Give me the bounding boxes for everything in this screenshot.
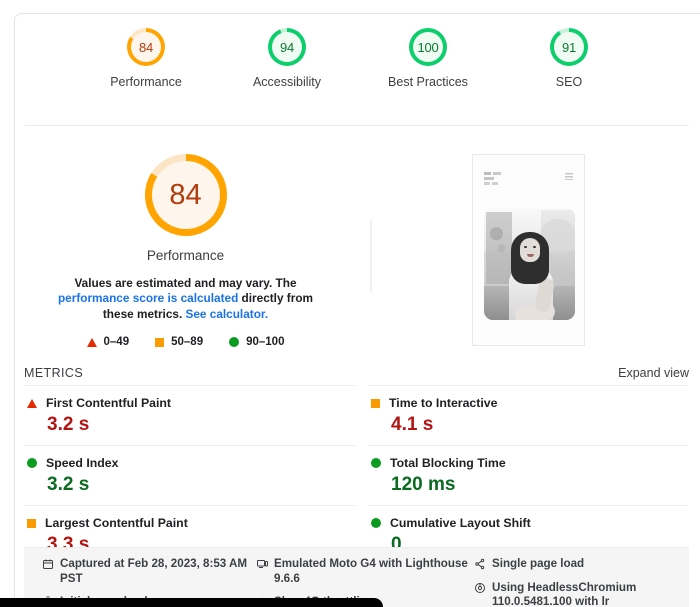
page-screenshot-panel — [356, 126, 700, 348]
footer-item: Using HeadlessChromium 110.0.5481.100 wi… — [474, 581, 689, 607]
legend-item: 0–49 — [86, 336, 130, 348]
hamburger-menu-icon — [564, 173, 573, 180]
footer-item: Single page load — [474, 557, 689, 572]
device-icon — [256, 558, 268, 571]
report-card: 84 Performance 94 Accessibility 100 Best Prac… — [14, 13, 700, 607]
performance-gauge-large[interactable]: 84 — [144, 154, 227, 236]
footer-item-text: Captured at Feb 28, 2023, 8:53 AM PST — [60, 557, 248, 585]
triangle-icon — [27, 398, 37, 408]
square-icon — [27, 518, 36, 528]
metric-value: 3.2 s — [47, 474, 90, 495]
vertical-divider — [370, 220, 372, 292]
circle-icon — [27, 458, 37, 468]
legend-range-label: 50–89 — [171, 336, 204, 348]
metrics-column-right: Time to Interactive 4.1 s Total Blocking T… — [356, 385, 688, 566]
category-gauge-seo[interactable]: 91 SEO — [515, 28, 623, 90]
metric-header: Time to Interactive — [368, 396, 688, 410]
performance-gauge-title: Performance — [146, 247, 225, 263]
footer-item-text: Emulated Moto G4 with Lighthouse 9.6.6 — [274, 557, 468, 585]
performance-hero-section: 84 Performance Values are estimated and … — [15, 126, 700, 348]
site-logo-icon — [483, 172, 502, 186]
footer-item: Emulated Moto G4 with Lighthouse 9.6.6 — [256, 557, 474, 586]
share-icon — [474, 558, 486, 571]
metric-row[interactable]: First Contentful Paint 3.2 s — [24, 385, 356, 445]
metric-header: First Contentful Paint — [24, 396, 356, 410]
gauge-ring-icon: 94 — [268, 28, 306, 66]
calendar-icon — [42, 558, 54, 571]
metric-value: 4.1 s — [391, 414, 434, 435]
gauge-ring-icon: 91 — [550, 28, 588, 66]
square-icon — [371, 398, 380, 408]
gauge-ring-icon: 100 — [409, 28, 447, 66]
metric-row[interactable]: Speed Index 3.2 s — [24, 445, 356, 505]
gauge-label: Performance — [110, 75, 182, 89]
gauge-score-value: 94 — [272, 32, 302, 62]
metrics-title: METRICS — [24, 366, 84, 380]
gauge-score-value: 84 — [131, 32, 161, 62]
metric-header: Total Blocking Time — [368, 456, 688, 470]
metric-name: Largest Contentful Paint — [45, 516, 188, 530]
footer-item-text: Using HeadlessChromium 110.0.5481.100 wi… — [492, 580, 637, 607]
category-gauge-best-practices[interactable]: 100 Best Practices — [374, 28, 482, 90]
gauge-label: Best Practices — [388, 75, 468, 89]
hero-photo-image — [483, 208, 575, 320]
metric-name: First Contentful Paint — [46, 396, 172, 410]
legend-item: 90–100 — [229, 336, 284, 348]
metric-header: Speed Index — [24, 456, 356, 470]
performance-gauge-score: 84 — [151, 161, 220, 229]
metric-value: 3.2 s — [47, 414, 90, 435]
metrics-header: METRICS Expand view — [24, 366, 689, 380]
square-icon — [155, 337, 165, 347]
gauge-ring-icon: 84 — [127, 28, 165, 66]
expand-view-button[interactable]: Expand view — [618, 366, 689, 380]
gauge-score-value: 91 — [554, 32, 584, 62]
circle-icon — [229, 337, 240, 347]
bottom-black-bar — [0, 598, 383, 607]
metric-row[interactable]: Time to Interactive 4.1 s — [368, 385, 688, 445]
metric-header: Largest Contentful Paint — [24, 516, 356, 530]
metric-row[interactable]: Total Blocking Time 120 ms — [368, 445, 688, 505]
legend-range-label: 0–49 — [103, 336, 130, 348]
category-gauge-accessibility[interactable]: 94 Accessibility — [233, 28, 341, 90]
page-screenshot-thumbnail[interactable] — [471, 154, 585, 346]
footer-item-text: Single page load — [492, 557, 585, 570]
metrics-column-left: First Contentful Paint 3.2 s Speed Index 3.… — [24, 385, 356, 566]
gauge-label: SEO — [555, 75, 583, 89]
see-calculator-link[interactable]: See calculator. — [186, 307, 269, 321]
legend-item: 50–89 — [155, 336, 203, 348]
metric-name: Speed Index — [46, 456, 119, 470]
category-gauge-performance[interactable]: 84 Performance — [92, 28, 200, 90]
metric-name: Total Blocking Time — [390, 456, 506, 470]
triangle-icon — [86, 337, 97, 347]
metric-name: Cumulative Layout Shift — [390, 516, 531, 530]
gauge-score-value: 100 — [413, 32, 443, 62]
performance-score-calculated-link[interactable]: performance score is calculated — [58, 291, 238, 305]
desc-text-1: Values are estimated and may vary. The — [74, 275, 297, 290]
legend-range-label: 90–100 — [246, 336, 285, 348]
category-score-gauges: 84 Performance 94 Accessibility 100 Best Prac… — [15, 14, 700, 90]
performance-gauge-panel: 84 Performance Values are estimated and … — [15, 126, 356, 348]
circle-icon — [371, 458, 381, 468]
metrics-grid: First Contentful Paint 3.2 s Speed Index 3.… — [24, 385, 689, 566]
performance-description: Values are estimated and may vary. The p… — [50, 276, 322, 323]
page-left-margin — [0, 0, 14, 607]
circle-icon — [371, 518, 381, 528]
metric-header: Cumulative Layout Shift — [368, 516, 688, 530]
footer-item: Captured at Feb 28, 2023, 8:53 AM PST — [42, 557, 256, 586]
footer-column-3: Single page load Using HeadlessChromium 1… — [474, 557, 689, 607]
lighthouse-report-page: 84 Performance 94 Accessibility 100 Best Prac… — [0, 0, 700, 607]
metric-value: 120 ms — [391, 474, 456, 495]
metric-name: Time to Interactive — [389, 396, 498, 410]
browser-icon — [474, 582, 486, 595]
score-legend: 0–49 50–89 90–100 — [86, 336, 284, 348]
gauge-label: Accessibility — [252, 75, 322, 89]
